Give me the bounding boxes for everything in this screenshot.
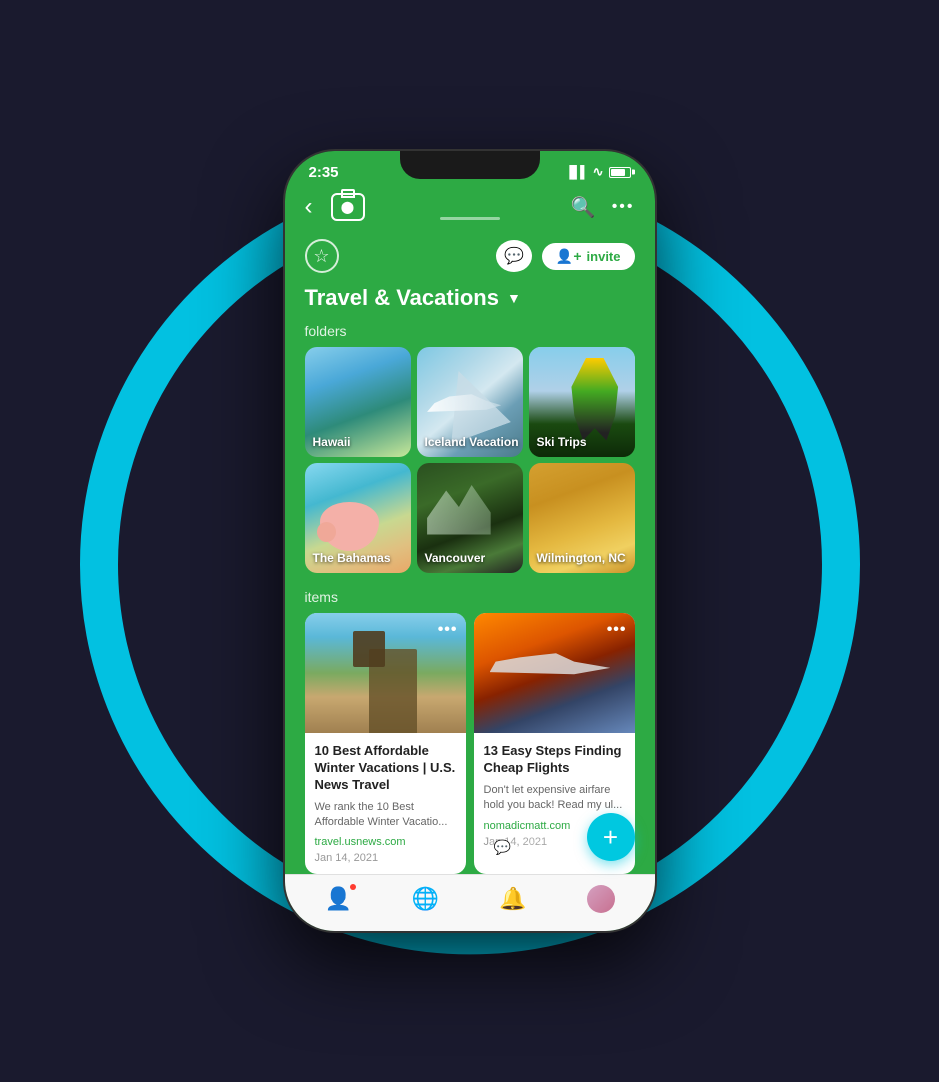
folder-bahamas[interactable]: The Bahamas: [305, 463, 411, 573]
battery-fill: [611, 169, 625, 176]
scene: 2:35 ▐▌▌ ∿ ‹ ⬤: [0, 0, 939, 1082]
phone-device: 2:35 ▐▌▌ ∿ ‹ ⬤: [285, 151, 655, 931]
items-section-label: items: [285, 581, 655, 613]
item-image-1: •••: [305, 613, 466, 733]
battery-icon: [609, 167, 631, 178]
action-bar: ☆ 💬 👤+ invite: [285, 231, 655, 281]
tab-globe[interactable]: 🌐: [412, 886, 439, 912]
nav-right: 🔍 •••: [571, 195, 635, 220]
search-button[interactable]: 🔍: [571, 195, 596, 220]
plane-decoration: [427, 386, 501, 430]
top-nav: ‹ ⬤ 🔍 •••: [285, 187, 655, 231]
mini-actions: 💬 ♡ ☰: [489, 833, 581, 861]
tab-people[interactable]: 👤: [324, 886, 351, 912]
item-1-title: 10 Best Affordable Winter Vacations | U.…: [315, 743, 456, 794]
mini-list-icon[interactable]: ☰: [553, 833, 581, 861]
dropdown-arrow[interactable]: ▼: [507, 290, 521, 306]
phone-screen: 2:35 ▐▌▌ ∿ ‹ ⬤: [285, 151, 655, 931]
globe-icon: 🌐: [412, 886, 439, 912]
folders-grid: Hawaii Iceland Vacation Ski Trips: [285, 347, 655, 581]
item-body-1: 10 Best Affordable Winter Vacations | U.…: [305, 733, 466, 874]
back-button[interactable]: ‹: [305, 193, 313, 221]
action-bar-right: 💬 👤+ invite: [496, 240, 635, 272]
invite-plus-icon: 👤+: [556, 248, 582, 265]
invite-label: invite: [587, 249, 621, 264]
status-icons: ▐▌▌ ∿: [565, 164, 630, 180]
nav-left: ‹ ⬤: [305, 193, 365, 221]
invite-button[interactable]: 👤+ invite: [542, 243, 635, 270]
item-card-1[interactable]: ••• 10 Best Affordable Winter Vacations …: [305, 613, 466, 874]
mini-heart-icon[interactable]: ♡: [521, 833, 549, 861]
folder-vancouver[interactable]: Vancouver: [417, 463, 523, 573]
star-icon: ☆: [313, 246, 329, 267]
content-scroll[interactable]: folders Hawaii Iceland Vacation: [285, 323, 655, 874]
folder-hawaii[interactable]: Hawaii: [305, 347, 411, 457]
chat-button[interactable]: 💬: [496, 240, 532, 272]
wifi-icon: ∿: [593, 164, 604, 180]
folder-wilmington[interactable]: Wilmington, NC: [529, 463, 635, 573]
bell-icon: 🔔: [499, 886, 526, 912]
folder-skitrips-label: Ski Trips: [537, 435, 587, 449]
folder-vancouver-label: Vancouver: [425, 551, 486, 565]
item-image-2: •••: [474, 613, 635, 733]
folder-iceland[interactable]: Iceland Vacation: [417, 347, 523, 457]
scroll-indicator: [440, 217, 500, 220]
people-icon: 👤: [324, 886, 351, 912]
signal-icon: ▐▌▌: [565, 165, 588, 179]
star-button[interactable]: ☆: [305, 239, 339, 273]
folder-skitrips[interactable]: Ski Trips: [529, 347, 635, 457]
folder-wilmington-label: Wilmington, NC: [537, 551, 626, 565]
page-title: Travel & Vacations: [305, 285, 499, 311]
status-bar: 2:35 ▐▌▌ ∿: [285, 151, 655, 187]
item-2-menu[interactable]: •••: [607, 621, 627, 639]
chat-icon: 💬: [504, 246, 524, 266]
mini-chat-icon[interactable]: 💬: [489, 833, 517, 861]
folders-section-label: folders: [285, 323, 655, 347]
more-button[interactable]: •••: [612, 198, 635, 216]
folder-bahamas-label: The Bahamas: [313, 551, 391, 565]
tab-bar: 👤 🌐 🔔: [285, 874, 655, 931]
tab-people-dot: [350, 884, 356, 890]
avatar: [587, 885, 615, 913]
page-title-row: Travel & Vacations ▼: [285, 281, 655, 323]
tab-profile[interactable]: [587, 885, 615, 913]
fab-button[interactable]: +: [587, 813, 635, 861]
item-1-date: Jan 14, 2021: [315, 852, 456, 864]
item-1-desc: We rank the 10 Best Affordable Winter Va…: [315, 800, 456, 831]
folder-hawaii-label: Hawaii: [313, 435, 351, 449]
item-2-desc: Don't let expensive airfare hold you bac…: [484, 783, 625, 814]
item-1-menu[interactable]: •••: [438, 621, 458, 639]
tab-bell[interactable]: 🔔: [499, 886, 526, 912]
folder-iceland-label: Iceland Vacation: [425, 435, 519, 449]
camera-button[interactable]: ⬤: [331, 193, 365, 221]
item-2-title: 13 Easy Steps Finding Cheap Flights: [484, 743, 625, 777]
item-1-url[interactable]: travel.usnews.com: [315, 836, 456, 848]
camera-icon: ⬤: [341, 200, 354, 214]
status-time: 2:35: [309, 164, 339, 181]
